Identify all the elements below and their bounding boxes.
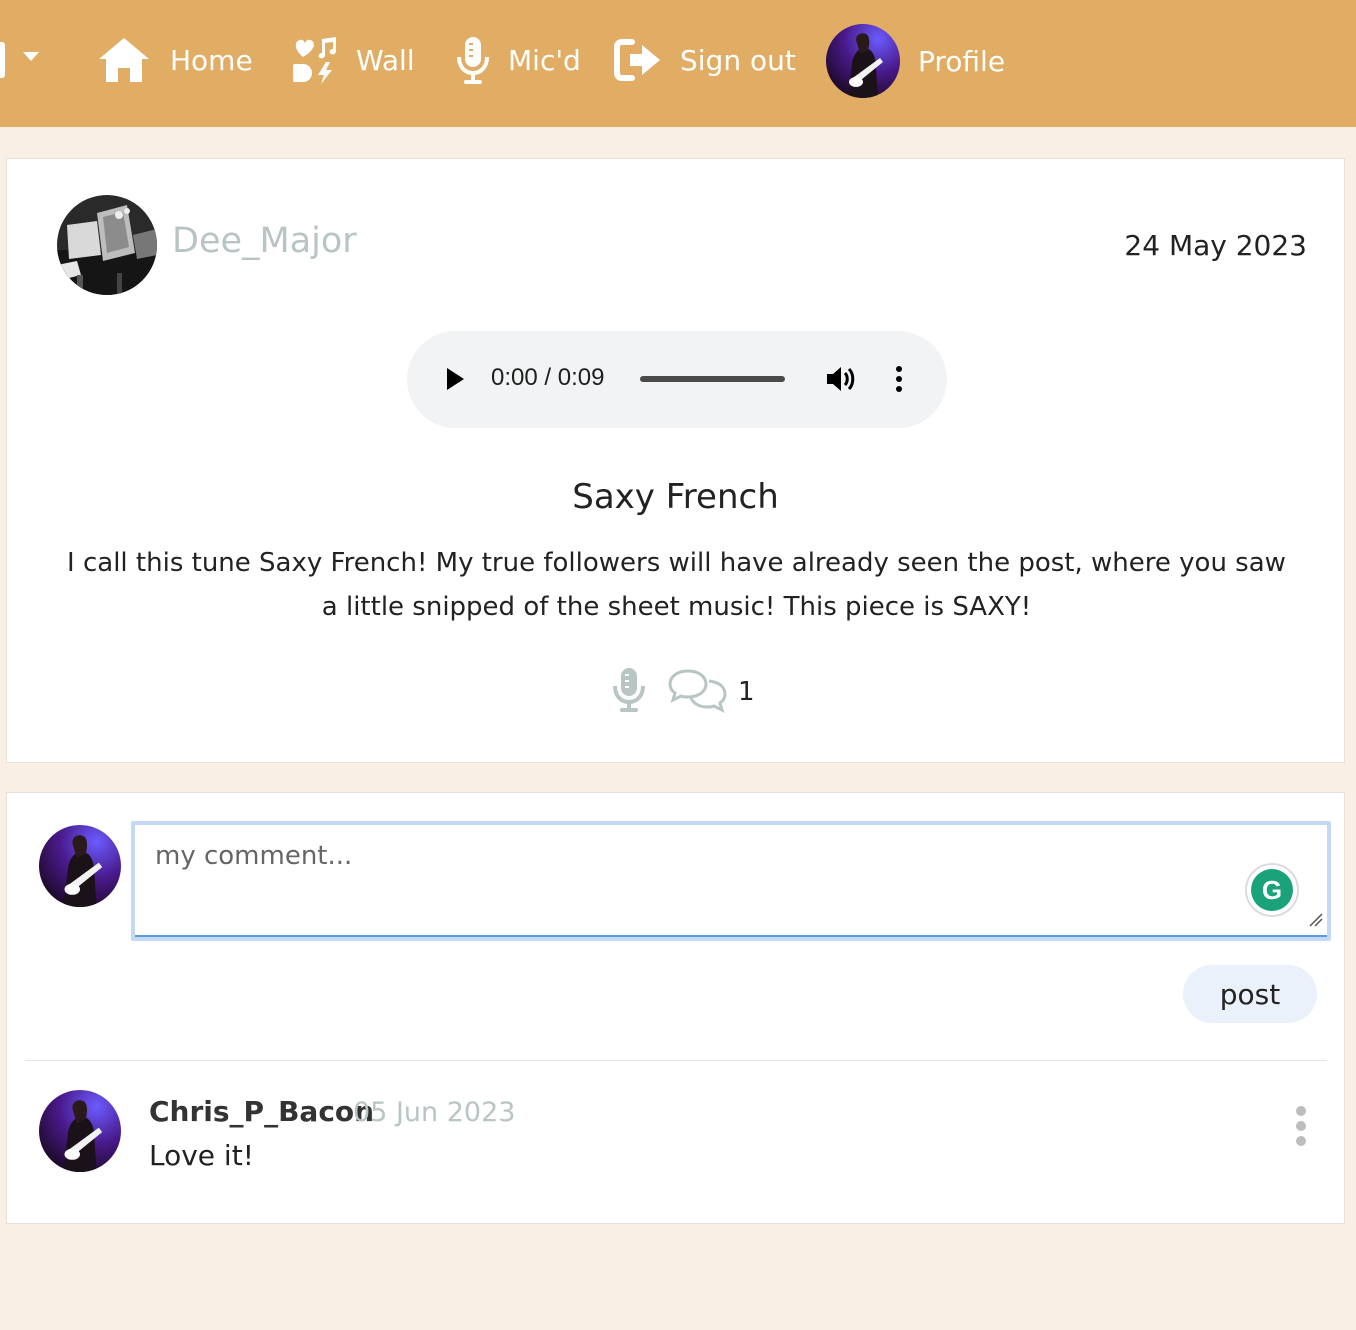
nav-micd-label: Mic'd: [508, 43, 581, 77]
commenter-name[interactable]: Chris_P_Bacon: [149, 1095, 374, 1128]
play-icon[interactable]: [447, 368, 464, 390]
comment-count: 1: [738, 677, 755, 707]
nav-brand-edge[interactable]: [0, 42, 5, 78]
commenter-avatar[interactable]: [39, 1090, 121, 1172]
wall-icon: [292, 35, 338, 85]
audio-player[interactable]: 0:00 / 0:09: [407, 331, 947, 428]
audio-time: 0:00 / 0:09: [491, 364, 605, 391]
nav-wall[interactable]: Wall: [292, 30, 415, 90]
comment-text: Love it!: [149, 1139, 254, 1172]
grammarly-button[interactable]: G: [1245, 863, 1299, 917]
nav-sign-out-label: Sign out: [680, 43, 796, 77]
divider: [25, 1060, 1327, 1061]
avatar: [826, 24, 900, 98]
comments-card: G post Chris_P_Bacon 05 Jun 2023 Love it…: [6, 792, 1345, 1224]
author-name[interactable]: Dee_Major: [172, 221, 357, 261]
volume-icon[interactable]: [825, 364, 857, 398]
home-icon: [96, 35, 152, 85]
post-card: Dee_Major 24 May 2023 0:00 / 0:09 Saxy F…: [6, 158, 1345, 763]
post-body: I call this tune Saxy French! My true fo…: [67, 548, 1286, 622]
comments-icon[interactable]: [668, 667, 728, 717]
post-date: 24 May 2023: [1124, 229, 1307, 262]
post-comment-button[interactable]: post: [1183, 965, 1317, 1023]
nav-home[interactable]: Home: [96, 30, 253, 90]
sign-out-icon: [614, 38, 662, 82]
audio-more-icon[interactable]: [895, 365, 903, 397]
comment-input-wrapper: G: [131, 821, 1331, 941]
comment-more-icon[interactable]: [1295, 1105, 1307, 1151]
nav-home-label: Home: [170, 43, 253, 77]
microphone-icon: [456, 35, 490, 85]
comment-date: 05 Jun 2023: [353, 1097, 516, 1128]
nav-profile-label: Profile: [918, 44, 1006, 78]
nav-profile[interactable]: Profile: [826, 24, 1005, 98]
nav-wall-label: Wall: [356, 43, 415, 77]
resize-grip-icon[interactable]: [1309, 912, 1323, 931]
post-actions: 1: [612, 664, 755, 720]
micd-icon[interactable]: [612, 666, 646, 718]
audio-progress-bar[interactable]: [640, 376, 785, 382]
nav-sign-out[interactable]: Sign out: [614, 30, 796, 90]
post-title: Saxy French: [572, 477, 779, 517]
navbar: Home Wall Mic'd Sign out Profile: [0, 0, 1356, 127]
nav-micd[interactable]: Mic'd: [456, 30, 581, 90]
comment-input[interactable]: [135, 825, 1327, 937]
current-user-avatar[interactable]: [39, 825, 121, 907]
author-avatar[interactable]: [57, 195, 157, 295]
dropdown-caret-icon[interactable]: [23, 52, 39, 61]
grammarly-icon: G: [1251, 869, 1293, 911]
